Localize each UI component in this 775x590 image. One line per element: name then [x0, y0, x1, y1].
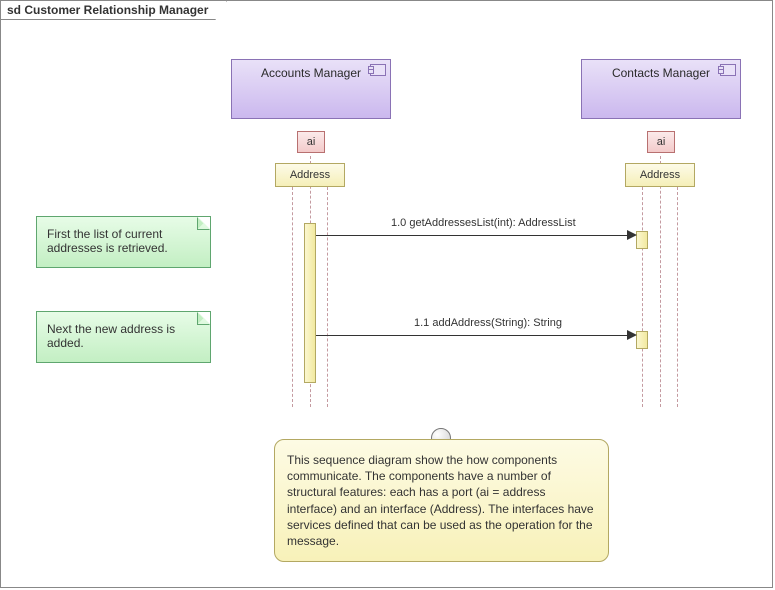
- interface-contacts-address: Address: [625, 163, 695, 187]
- sequence-diagram-frame: sd Customer Relationship Manager Account…: [0, 0, 773, 588]
- component-contacts-manager: Contacts Manager: [581, 59, 741, 119]
- activation-accounts: [304, 223, 316, 383]
- activation-contacts-1: [636, 231, 648, 249]
- activation-contacts-2: [636, 331, 648, 349]
- lifeline-accounts-iface-right: [327, 187, 328, 407]
- lifeline-contacts-iface-left: [642, 187, 643, 407]
- component-accounts-manager: Accounts Manager: [231, 59, 391, 119]
- note-1-text: First the list of current addresses is r…: [47, 227, 168, 255]
- message-2-label: 1.1 addAddress(String): String: [414, 317, 562, 329]
- component-icon: [720, 64, 736, 76]
- message-2-arrowhead: [627, 330, 637, 340]
- message-1-arrow: [316, 235, 630, 236]
- port-accounts-ai: ai: [297, 131, 325, 153]
- note-2: Next the new address is added.: [36, 311, 211, 363]
- component-label: Contacts Manager: [582, 60, 740, 80]
- note-1: First the list of current addresses is r…: [36, 216, 211, 268]
- interface-accounts-address: Address: [275, 163, 345, 187]
- message-1-arrowhead: [627, 230, 637, 240]
- message-2-arrow: [316, 335, 630, 336]
- constraint-text: This sequence diagram show the how compo…: [287, 453, 594, 548]
- note-2-text: Next the new address is added.: [47, 322, 175, 350]
- lifeline-accounts-iface-left: [292, 187, 293, 407]
- component-icon: [370, 64, 386, 76]
- frame-title: sd Customer Relationship Manager: [0, 0, 227, 20]
- constraint-note: This sequence diagram show the how compo…: [274, 439, 609, 562]
- lifeline-contacts-port: [660, 156, 661, 407]
- port-contacts-ai: ai: [647, 131, 675, 153]
- component-label: Accounts Manager: [232, 60, 390, 80]
- lifeline-contacts-iface-right: [677, 187, 678, 407]
- message-1-label: 1.0 getAddressesList(int): AddressList: [391, 217, 576, 229]
